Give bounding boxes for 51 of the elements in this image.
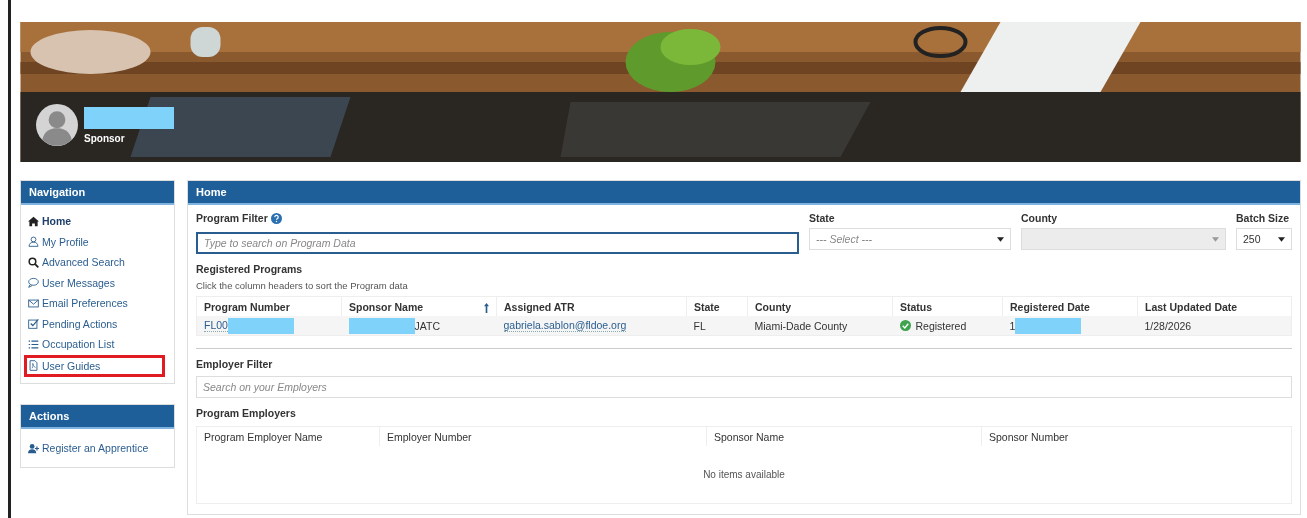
user-add-icon bbox=[28, 442, 39, 454]
document-icon bbox=[28, 360, 39, 372]
column-header[interactable]: Sponsor Name bbox=[714, 430, 785, 443]
caret-icon bbox=[997, 236, 1004, 242]
table-cell: 1/28/2026 bbox=[1144, 319, 1192, 332]
column-header[interactable]: Employer Number bbox=[387, 430, 472, 443]
table-cell: Miami-Dade County bbox=[754, 319, 848, 332]
user-icon bbox=[28, 236, 39, 248]
section-title: Employer Filter bbox=[196, 358, 274, 372]
column-header[interactable]: Sponsor Number bbox=[989, 430, 1069, 443]
search-field[interactable]: Type to search on Program Data bbox=[196, 232, 799, 254]
nav-link[interactable]: Occupation List bbox=[26, 334, 170, 355]
caret-icon bbox=[1278, 236, 1285, 242]
table-cell: JATC bbox=[414, 319, 440, 332]
nav-link[interactable]: Pending Actions bbox=[26, 313, 170, 334]
nav-link[interactable]: My Profile bbox=[26, 231, 170, 252]
checkbox-icon bbox=[28, 318, 39, 330]
home-icon bbox=[28, 215, 39, 227]
section-title: Registered Programs bbox=[196, 263, 304, 277]
user-role: Sponsor bbox=[84, 132, 126, 144]
nav-link[interactable]: User Guides bbox=[24, 354, 165, 377]
field-label: County bbox=[1021, 211, 1059, 225]
list-icon bbox=[28, 338, 39, 350]
check-circle-icon bbox=[899, 320, 911, 331]
status-label: Registered bbox=[915, 319, 967, 332]
field-label: State bbox=[809, 211, 836, 225]
search-icon bbox=[28, 256, 39, 268]
dropdown[interactable]: --- Select --- bbox=[809, 228, 1011, 250]
table-cell: 1 bbox=[1009, 319, 1016, 332]
dropdown[interactable]: 250 bbox=[1236, 228, 1292, 250]
speech-bubble-icon bbox=[28, 277, 39, 289]
hint-text: Click the column headers to sort the Program data bbox=[196, 280, 409, 291]
action-link[interactable]: Register an Apprentice bbox=[26, 435, 170, 461]
nav-link[interactable]: Email Preferences bbox=[26, 293, 170, 314]
panel-header: Home bbox=[188, 181, 1300, 205]
avatar-icon bbox=[36, 104, 78, 146]
panel-header: Navigation bbox=[21, 181, 174, 205]
nav-link[interactable]: User Messages bbox=[26, 272, 170, 293]
nav-link[interactable]: Advanced Search bbox=[26, 252, 170, 273]
table-link[interactable]: FL00 bbox=[204, 319, 228, 332]
envelope-icon bbox=[28, 297, 39, 309]
section-title: Program Employers bbox=[196, 407, 297, 421]
nav-link[interactable]: Home bbox=[26, 211, 170, 232]
column-header[interactable]: Program Employer Name bbox=[204, 430, 323, 443]
empty-message: No items available bbox=[703, 469, 785, 480]
help-icon bbox=[270, 212, 282, 224]
field-label: Batch Size bbox=[1236, 211, 1291, 225]
field-label: Program Filter bbox=[196, 212, 268, 224]
table-cell: FL bbox=[693, 319, 706, 332]
panel-header: Actions bbox=[21, 405, 174, 429]
caret-icon bbox=[1212, 236, 1219, 242]
